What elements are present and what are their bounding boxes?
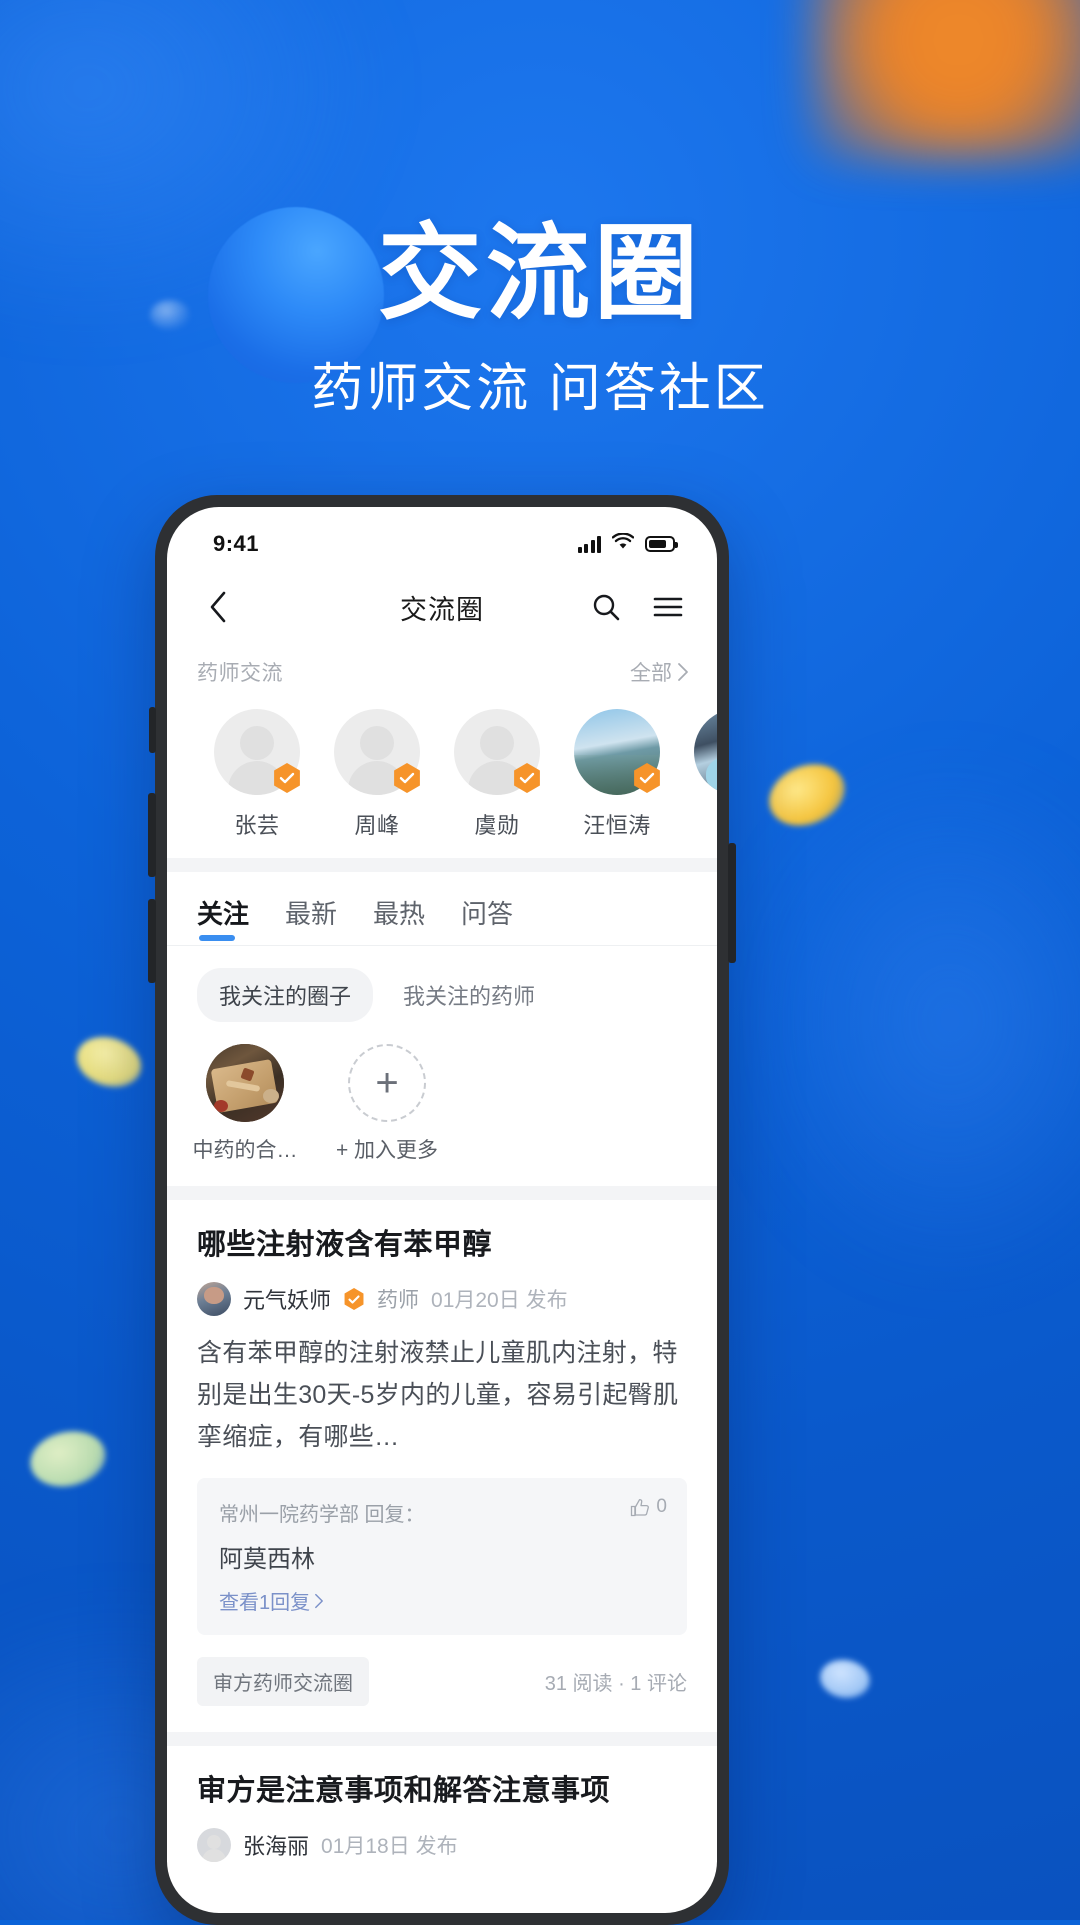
avatar[interactable]: [197, 1282, 231, 1316]
circle-label: 中药的合…: [192, 1139, 298, 1162]
post-stats: 31 阅读 · 1 评论: [544, 1673, 687, 1695]
avatar: [454, 709, 540, 795]
view-replies-button[interactable]: 查看1回复: [219, 1586, 324, 1615]
decorative-confetti-blob: [817, 1655, 873, 1703]
plus-icon: +: [348, 1044, 426, 1122]
join-more-circles[interactable]: + + 加入更多: [335, 1044, 439, 1164]
avatar: [334, 709, 420, 795]
chevron-right-icon: [678, 663, 688, 681]
reply-like-count: 0: [656, 1496, 667, 1517]
tab-hottest[interactable]: 最热: [373, 894, 447, 945]
decorative-confetti-blob: [70, 1028, 148, 1096]
phone-mockup: 9:41 交流圈 药师交流 全部 张芸 周峰 虞勋 汪恒涛 关注 最新 最热 问…: [148, 495, 736, 1925]
pharmacist-section: 药师交流 全部 张芸 周峰 虞勋 汪恒涛: [167, 645, 717, 858]
avatar-photo: [694, 709, 717, 795]
circle-thumbnail: [206, 1044, 284, 1122]
pharmacist-name: 周峰: [354, 813, 400, 838]
post-date: 01月18日 发布: [321, 1835, 458, 1858]
nav-actions: [585, 586, 689, 628]
view-replies-label: 查看1回复: [219, 1592, 311, 1614]
circle-item[interactable]: 中药的合…: [193, 1044, 298, 1164]
avatar: [214, 709, 300, 795]
pharmacist-item[interactable]: 陈: [677, 709, 717, 840]
pharmacist-section-label: 药师交流: [197, 662, 283, 685]
battery-icon: [645, 536, 678, 552]
chevron-left-icon: [210, 591, 226, 623]
post-meta: 张海丽 01月18日 发布: [197, 1828, 687, 1862]
phone-mute-switch: [149, 707, 156, 753]
pharmacist-item[interactable]: 汪恒涛: [557, 709, 677, 840]
back-button[interactable]: [195, 584, 241, 630]
pharmacist-name: 汪恒涛: [583, 813, 651, 838]
status-icons: [577, 532, 678, 555]
search-icon: [593, 594, 620, 621]
tab-newest[interactable]: 最新: [285, 894, 359, 945]
status-bar: 9:41: [167, 507, 717, 569]
hero-title: 交流圈: [377, 216, 702, 332]
status-time: 9:41: [213, 531, 260, 556]
reply-like-button[interactable]: 0: [630, 1496, 667, 1518]
chip-my-circles[interactable]: 我关注的圈子: [197, 968, 374, 1022]
post-author[interactable]: 元气妖师: [243, 1283, 331, 1315]
pharmacist-name: 虞勋: [474, 813, 520, 838]
phone-volume-down-button: [148, 899, 156, 983]
post-date: 01月20日 发布: [431, 1289, 568, 1312]
reply-text: 阿莫西林: [219, 1546, 315, 1573]
phone-volume-up-button: [148, 793, 156, 877]
pharmacist-avatar-row[interactable]: 张芸 周峰 虞勋 汪恒涛: [167, 693, 717, 840]
nav-bar: 交流圈: [167, 569, 717, 645]
hamburger-menu-icon: [653, 597, 683, 617]
hero-subtitle: 药师交流 问答社区: [311, 360, 769, 418]
pharmacist-name: 张芸: [234, 813, 280, 838]
post-title[interactable]: 审方是注意事项和解答注意事项: [197, 1772, 687, 1810]
section-divider: [167, 858, 717, 872]
pharmacist-item[interactable]: 张芸: [197, 709, 317, 840]
post-card[interactable]: 哪些注射液含有苯甲醇 元气妖师 药师 01月20日 发布 含有苯甲醇的注射液禁止…: [167, 1186, 717, 1732]
avatar[interactable]: [197, 1828, 231, 1862]
feed-tabs: 关注 最新 最热 问答: [167, 872, 717, 946]
view-all-label: 全部: [630, 662, 672, 685]
post-feed: 哪些注射液含有苯甲醇 元气妖师 药师 01月20日 发布 含有苯甲醇的注射液禁止…: [167, 1186, 717, 1862]
avatar: [574, 709, 660, 795]
wifi-icon: [611, 532, 635, 555]
chip-my-pharmacists[interactable]: 我关注的药师: [381, 968, 557, 1022]
post-card[interactable]: 审方是注意事项和解答注意事项 张海丽 01月18日 发布: [167, 1732, 717, 1862]
post-tag[interactable]: 审方药师交流圈: [197, 1657, 369, 1706]
post-author[interactable]: 张海丽: [243, 1829, 309, 1861]
cellular-signal-icon: [577, 535, 601, 553]
tab-qa[interactable]: 问答: [461, 894, 535, 945]
background-orange-blob: [810, 0, 1080, 160]
background-glow-right: [740, 760, 1080, 1280]
join-more-label: + 加入更多: [335, 1139, 439, 1162]
pharmacist-item[interactable]: 周峰: [317, 709, 437, 840]
chevron-right-icon: [315, 1593, 324, 1608]
post-body: 含有苯甲醇的注射液禁止儿童肌内注射，特别是出生30天-5岁内的儿童，容易引起臀肌…: [197, 1339, 679, 1451]
phone-screen: 9:41 交流圈 药师交流 全部 张芸 周峰 虞勋 汪恒涛 关注 最新 最热 问…: [167, 507, 717, 1913]
verified-badge-icon: [344, 1288, 364, 1310]
pharmacist-section-header: 药师交流 全部: [167, 651, 717, 693]
post-meta: 元气妖师 药师 01月20日 发布: [197, 1282, 687, 1316]
pharmacist-item[interactable]: 虞勋: [437, 709, 557, 840]
thumbs-up-icon: [631, 1498, 650, 1516]
tab-follow[interactable]: 关注: [197, 894, 271, 945]
menu-button[interactable]: [647, 586, 689, 628]
decorative-confetti-blob: [25, 1424, 111, 1494]
search-button[interactable]: [585, 586, 627, 628]
post-reply-box[interactable]: 0 常州一院药学部 回复： 阿莫西林 查看1回复: [197, 1478, 687, 1635]
post-title[interactable]: 哪些注射液含有苯甲醇: [197, 1226, 687, 1264]
avatar: [694, 709, 717, 795]
phone-power-button: [728, 843, 736, 963]
post-footer: 审方药师交流圈 31 阅读 · 1 评论: [197, 1635, 687, 1732]
circles-row: 中药的合… + + 加入更多: [167, 1022, 717, 1186]
reply-author: 常州一院药学部 回复：: [219, 1504, 425, 1526]
filter-chips: 我关注的圈子 我关注的药师: [167, 946, 717, 1022]
view-all-button[interactable]: 全部: [630, 657, 689, 687]
post-author-role: 药师: [377, 1289, 420, 1312]
